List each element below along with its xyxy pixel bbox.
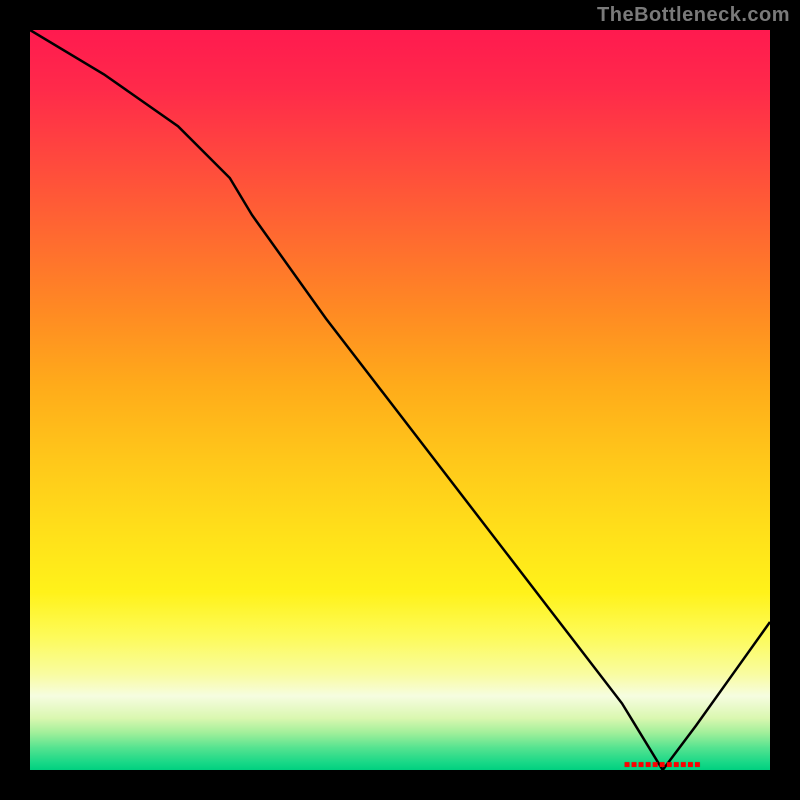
chart-frame: TheBottleneck.com ■■■■■■■■■■■ bbox=[0, 0, 800, 800]
optimal-marker: ■■■■■■■■■■■ bbox=[624, 759, 701, 770]
watermark-text: TheBottleneck.com bbox=[597, 4, 790, 27]
bottleneck-curve bbox=[30, 30, 770, 770]
plot-outer: ■■■■■■■■■■■ bbox=[30, 30, 770, 770]
curve-path bbox=[30, 30, 770, 770]
plot-area: ■■■■■■■■■■■ bbox=[30, 30, 770, 770]
